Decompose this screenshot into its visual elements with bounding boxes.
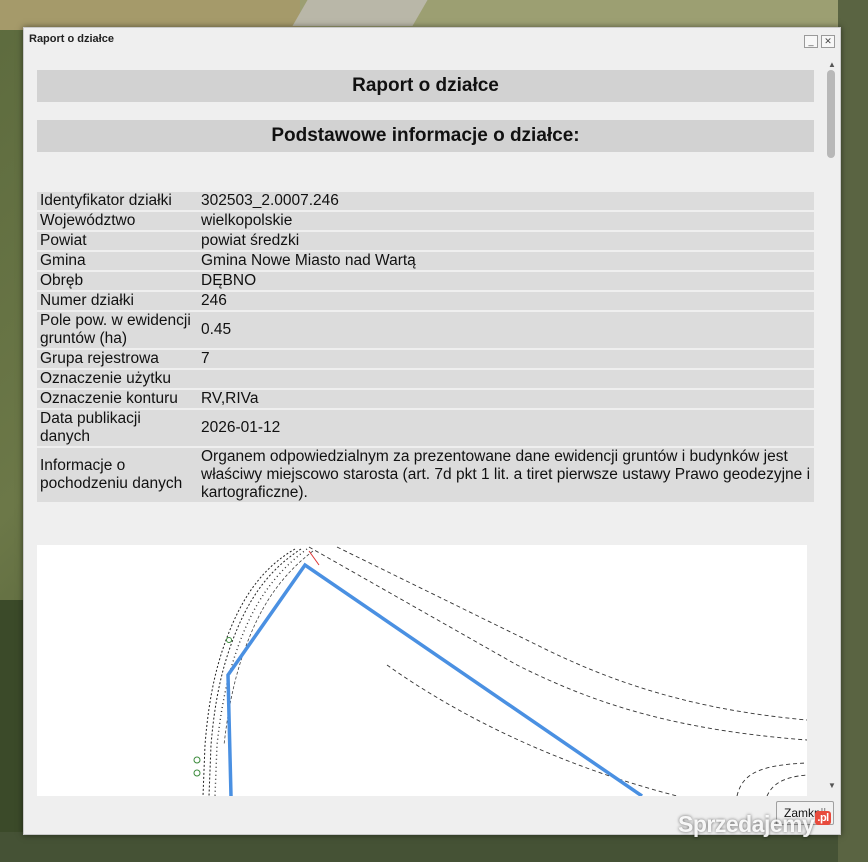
parcel-outline — [226, 562, 643, 796]
scroll-up-icon[interactable]: ▲ — [828, 60, 836, 69]
minimize-icon[interactable]: _ — [804, 35, 818, 48]
info-key: Oznaczenie konturu — [37, 390, 198, 408]
info-value: wielkopolskie — [198, 212, 814, 230]
info-key: Pole pow. w ewidencji gruntów (ha) — [37, 312, 198, 348]
parcel-info-table: Identyfikator działki 302503_2.0007.246 Wo… — [37, 190, 814, 504]
info-value: 0.45 — [198, 312, 814, 348]
parcel-report-dialog: Raport o działce _ ✕ Raport o działce Po… — [23, 27, 841, 835]
info-row: Obręb DĘBNO — [37, 272, 814, 290]
parcel-map[interactable] — [37, 545, 807, 796]
dialog-title: Raport o działce — [29, 33, 114, 45]
report-heading: Raport o działce — [37, 70, 814, 102]
info-value: 246 — [198, 292, 814, 310]
info-value: DĘBNO — [198, 272, 814, 290]
parcel-map-drawing — [193, 546, 807, 796]
info-key: Identyfikator działki — [37, 192, 198, 210]
info-value: 7 — [198, 350, 814, 368]
watermark: Sprzedajemy .pl — [678, 811, 831, 838]
info-value: Organem odpowiedzialnym za prezentowane … — [198, 448, 814, 502]
info-row: Data publikacji danych 2026-01-12 — [37, 410, 814, 446]
info-key: Informacje o pochodzeniu danych — [37, 448, 198, 502]
info-key: Numer działki — [37, 292, 198, 310]
info-value: RV,RIVa — [198, 390, 814, 408]
scrollbar-thumb[interactable] — [827, 70, 835, 158]
info-key: Województwo — [37, 212, 198, 230]
info-row: Województwo wielkopolskie — [37, 212, 814, 230]
watermark-text: Sprzedajemy — [678, 811, 815, 837]
info-key: Gmina — [37, 252, 198, 270]
info-key: Data publikacji danych — [37, 410, 198, 446]
basic-info-heading: Podstawowe informacje o działce: — [37, 120, 814, 152]
info-key: Obręb — [37, 272, 198, 290]
info-row: Pole pow. w ewidencji gruntów (ha) 0.45 — [37, 312, 814, 348]
info-key: Grupa rejestrowa — [37, 350, 198, 368]
content-scrollbar[interactable]: ▲ ▼ — [824, 58, 838, 796]
info-key: Oznaczenie użytku — [37, 370, 198, 388]
info-value — [198, 370, 814, 388]
info-row: Oznaczenie konturu RV,RIVa — [37, 390, 814, 408]
info-value: powiat średzki — [198, 232, 814, 250]
info-row: Grupa rejestrowa 7 — [37, 350, 814, 368]
info-value: 2026-01-12 — [198, 410, 814, 446]
info-row: Informacje o pochodzeniu danych Organem o… — [37, 448, 814, 502]
watermark-suffix: .pl — [815, 811, 831, 825]
scroll-down-icon[interactable]: ▼ — [828, 781, 836, 790]
dialog-content[interactable]: Raport o działce Podstawowe informacje o… — [24, 58, 824, 796]
info-key: Powiat — [37, 232, 198, 250]
info-value: 302503_2.0007.246 — [198, 192, 814, 210]
info-value: Gmina Nowe Miasto nad Wartą — [198, 252, 814, 270]
close-icon[interactable]: ✕ — [821, 35, 835, 48]
info-row: Numer działki 246 — [37, 292, 814, 310]
info-row: Gmina Gmina Nowe Miasto nad Wartą — [37, 252, 814, 270]
info-row: Powiat powiat średzki — [37, 232, 814, 250]
dialog-titlebar[interactable]: Raport o działce _ ✕ — [24, 28, 840, 54]
info-row: Identyfikator działki 302503_2.0007.246 — [37, 192, 814, 210]
info-row: Oznaczenie użytku — [37, 370, 814, 388]
